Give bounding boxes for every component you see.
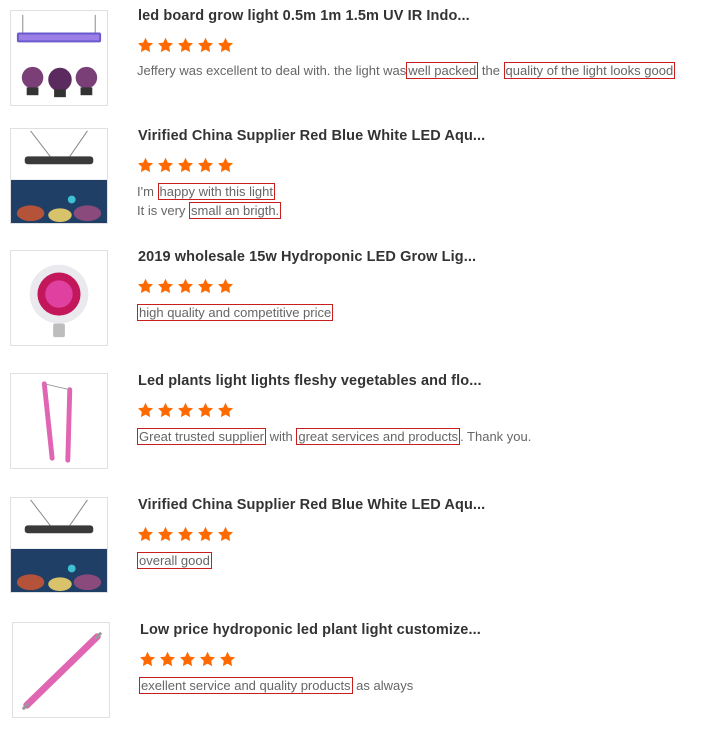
highlighted-phrase: happy with this light	[157, 183, 275, 200]
product-thumbnail-aquarium-light[interactable]	[10, 497, 108, 593]
product-thumbnail-aquarium-light[interactable]	[10, 128, 108, 224]
star-icon	[159, 651, 176, 668]
highlighted-phrase: high quality and competitive price	[137, 304, 334, 321]
star-icon	[217, 278, 234, 295]
highlighted-phrase: great services and products	[296, 428, 461, 445]
star-icon	[177, 157, 194, 174]
product-thumbnail-plant-light[interactable]	[12, 622, 110, 718]
product-thumbnail-bulb[interactable]	[10, 250, 108, 346]
star-icon	[137, 278, 154, 295]
star-icon	[137, 526, 154, 543]
star-icon	[157, 157, 174, 174]
star-icon	[217, 37, 234, 54]
review-text-line: Jeffery was excellent to deal with. the …	[137, 61, 676, 81]
star-icon	[217, 526, 234, 543]
rating-stars	[137, 37, 237, 57]
product-title[interactable]: 2019 wholesale 15w Hydroponic LED Grow L…	[138, 249, 476, 265]
led-tube-image	[41, 381, 73, 463]
grow-light-board-image	[16, 14, 102, 98]
review-text: . Thank you.	[460, 429, 532, 444]
rating-stars	[137, 402, 237, 422]
rating-stars	[137, 157, 237, 177]
aquarium-light-image	[11, 130, 107, 223]
highlighted-phrase: well packed	[406, 62, 479, 79]
rating-stars	[137, 278, 237, 298]
product-title[interactable]: Virified China Supplier Red Blue White L…	[138, 128, 485, 144]
star-icon	[157, 526, 174, 543]
star-icon	[137, 157, 154, 174]
review-text: It is very	[137, 203, 190, 218]
rating-stars	[137, 526, 237, 546]
highlighted-phrase: quality of the light looks good	[503, 62, 676, 79]
star-icon	[197, 526, 214, 543]
led-plant-tube-image	[21, 631, 103, 711]
highlighted-phrase: overall good	[137, 552, 212, 569]
review-text-line: high quality and competitive price	[137, 303, 334, 323]
product-thumbnail-grow-board[interactable]	[10, 10, 108, 106]
star-icon	[157, 402, 174, 419]
star-icon	[179, 651, 196, 668]
review-text: as always	[352, 678, 414, 693]
star-icon	[197, 157, 214, 174]
product-title[interactable]: led board grow light 0.5m 1m 1.5m UV IR …	[138, 8, 470, 24]
star-icon	[177, 278, 194, 295]
highlighted-phrase: exellent service and quality products	[139, 677, 353, 694]
star-icon	[139, 651, 156, 668]
star-icon	[177, 402, 194, 419]
review-text: the	[478, 63, 504, 78]
rating-stars	[139, 651, 239, 671]
review-text-line: It is very small an brigth.	[137, 201, 282, 221]
product-title[interactable]: Led plants light lights fleshy vegetable…	[138, 373, 482, 389]
star-icon	[157, 278, 174, 295]
product-title[interactable]: Virified China Supplier Red Blue White L…	[138, 497, 485, 513]
review-text-line: overall good	[137, 551, 212, 571]
star-icon	[177, 37, 194, 54]
review-text-line: I'm happy with this light	[137, 182, 275, 202]
star-icon	[197, 37, 214, 54]
star-icon	[197, 278, 214, 295]
star-icon	[197, 402, 214, 419]
product-title[interactable]: Low price hydroponic led plant light cus…	[140, 622, 481, 638]
star-icon	[157, 37, 174, 54]
star-icon	[177, 526, 194, 543]
star-icon	[199, 651, 216, 668]
star-icon	[219, 651, 236, 668]
star-icon	[137, 402, 154, 419]
review-text-line: Great trusted supplier with great servic…	[137, 427, 531, 447]
review-text-line: exellent service and quality products as…	[139, 676, 413, 696]
review-text: Jeffery was excellent to deal with. the …	[137, 63, 407, 78]
review-text: with	[266, 429, 297, 444]
product-thumbnail-tubes[interactable]	[10, 373, 108, 469]
star-icon	[217, 157, 234, 174]
highlighted-phrase: Great trusted supplier	[137, 428, 267, 445]
led-bulb-image	[29, 264, 89, 338]
highlighted-phrase: small an brigth.	[189, 202, 282, 219]
review-text: I'm	[137, 184, 158, 199]
star-icon	[137, 37, 154, 54]
star-icon	[217, 402, 234, 419]
aquarium-light-image	[11, 499, 107, 592]
